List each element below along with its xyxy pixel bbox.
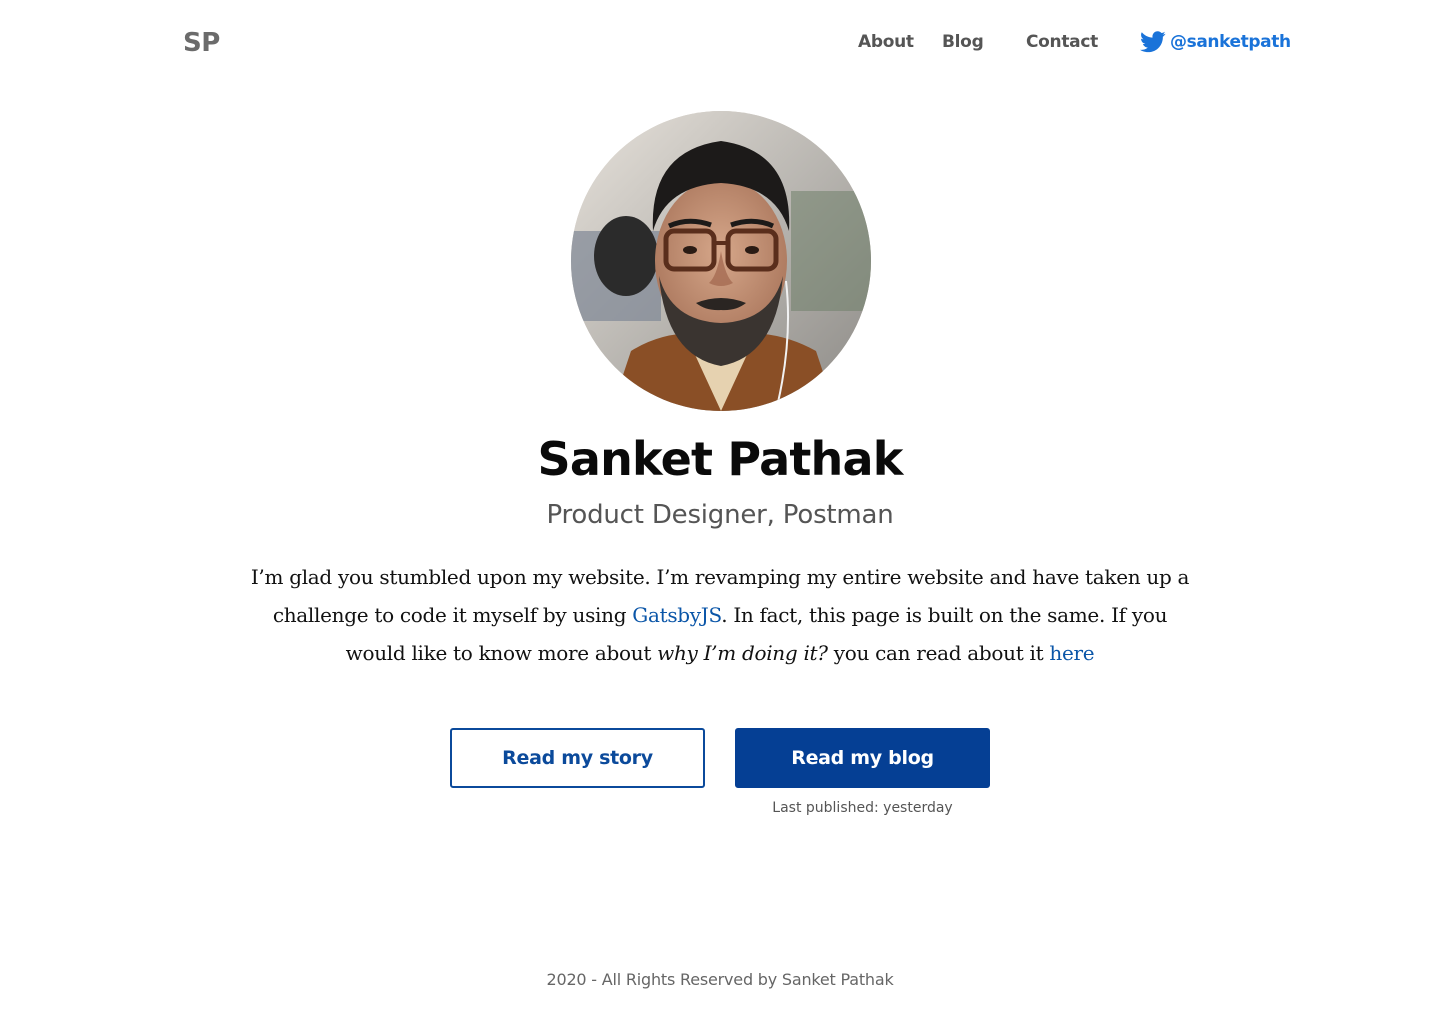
last-published-note: Last published: yesterday bbox=[772, 800, 953, 816]
profile-name: Sanket Pathak bbox=[537, 432, 904, 486]
twitter-link[interactable]: @sanketpath bbox=[1140, 31, 1291, 53]
profile-avatar bbox=[571, 111, 871, 411]
nav-blog-link[interactable]: Blog bbox=[942, 32, 984, 52]
here-link[interactable]: here bbox=[1049, 641, 1094, 665]
twitter-handle: @sanketpath bbox=[1170, 32, 1291, 52]
read-blog-button[interactable]: Read my blog bbox=[735, 728, 990, 788]
nav-about-link[interactable]: About bbox=[858, 32, 914, 52]
footer-copyright: 2020 - All Rights Reserved by Sanket Pat… bbox=[546, 970, 894, 989]
intro-text-3: you can read about it bbox=[827, 641, 1050, 665]
intro-paragraph: I’m glad you stumbled upon my website. I… bbox=[250, 558, 1190, 672]
nav-contact-link[interactable]: Contact bbox=[1026, 32, 1098, 52]
read-story-button[interactable]: Read my story bbox=[450, 728, 705, 788]
profile-role: Product Designer, Postman bbox=[546, 500, 894, 530]
intro-emphasis: why I’m doing it? bbox=[657, 641, 828, 665]
twitter-icon bbox=[1140, 31, 1166, 53]
gatsbyjs-link[interactable]: GatsbyJS bbox=[632, 603, 721, 627]
